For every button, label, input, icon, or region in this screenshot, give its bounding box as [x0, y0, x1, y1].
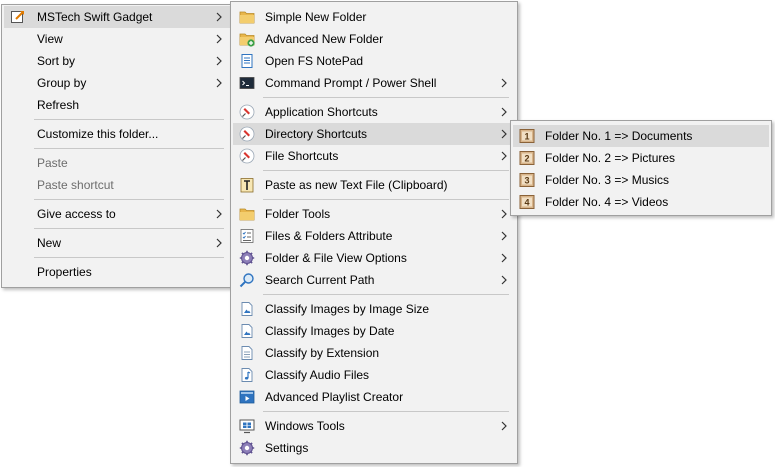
menu-item-folder-tools[interactable]: Folder Tools	[233, 203, 515, 225]
menu-item-open-fs-notepad[interactable]: Open FS NotePad	[233, 50, 515, 72]
menu-item-classify-images-date[interactable]: Classify Images by Date	[233, 320, 515, 342]
menu-item-search-current-path[interactable]: Search Current Path	[233, 269, 515, 291]
windows-tools-icon	[239, 418, 255, 434]
chevron-right-icon	[501, 209, 507, 219]
menu-item-group-by[interactable]: Group by	[4, 72, 230, 94]
folder-number-1-icon: 1	[519, 128, 535, 144]
folder-number-2-icon: 2	[519, 150, 535, 166]
chevron-right-icon	[501, 78, 507, 88]
menu-separator	[263, 199, 509, 200]
chevron-right-icon	[501, 275, 507, 285]
menu-item-folder-1-documents[interactable]: 1 Folder No. 1 => Documents	[513, 125, 769, 147]
menu-separator	[263, 294, 509, 295]
menu-item-application-shortcuts[interactable]: Application Shortcuts	[233, 101, 515, 123]
menu-separator	[263, 411, 509, 412]
directory-shortcuts-submenu: 1 Folder No. 1 => Documents 2 Folder No.…	[510, 120, 772, 216]
menu-item-folder-3-musics[interactable]: 3 Folder No. 3 => Musics	[513, 169, 769, 191]
menu-separator	[34, 228, 224, 229]
image-file-icon	[239, 301, 255, 317]
svg-text:3: 3	[524, 176, 529, 186]
chevron-right-icon	[216, 209, 222, 219]
chevron-right-icon	[501, 231, 507, 241]
menu-item-classify-extension[interactable]: Classify by Extension	[233, 342, 515, 364]
menu-item-give-access-to[interactable]: Give access to	[4, 203, 230, 225]
desktop-context-menu: MSTech Swift Gadget View Sort by Group b…	[1, 4, 233, 288]
menu-item-paste-as-text-file[interactable]: Paste as new Text File (Clipboard)	[233, 174, 515, 196]
gear-icon	[239, 250, 255, 266]
menu-item-command-prompt[interactable]: Command Prompt / Power Shell	[233, 72, 515, 94]
menu-item-windows-tools[interactable]: Windows Tools	[233, 415, 515, 437]
menu-item-mstech-swift-gadget[interactable]: MSTech Swift Gadget	[4, 6, 230, 28]
menu-item-refresh[interactable]: Refresh	[4, 94, 230, 116]
settings-icon	[239, 440, 255, 456]
chevron-right-icon	[501, 421, 507, 431]
search-icon	[239, 272, 255, 288]
menu-separator	[34, 199, 224, 200]
menu-item-folder-4-videos[interactable]: 4 Folder No. 4 => Videos	[513, 191, 769, 213]
chevron-right-icon	[216, 12, 222, 22]
svg-text:2: 2	[524, 154, 529, 164]
folder-number-3-icon: 3	[519, 172, 535, 188]
gadget-submenu: Simple New Folder Advanced New Folder Op…	[230, 1, 518, 464]
gadget-icon	[10, 9, 26, 25]
menu-item-settings[interactable]: Settings	[233, 437, 515, 459]
chevron-right-icon	[216, 238, 222, 248]
document-icon	[239, 345, 255, 361]
menu-item-properties[interactable]: Properties	[4, 261, 230, 283]
menu-item-files-folders-attribute[interactable]: Files & Folders Attribute	[233, 225, 515, 247]
image-file-icon	[239, 323, 255, 339]
svg-text:4: 4	[524, 198, 529, 208]
menu-item-simple-new-folder[interactable]: Simple New Folder	[233, 6, 515, 28]
menu-item-classify-images-size[interactable]: Classify Images by Image Size	[233, 298, 515, 320]
folder-icon	[239, 206, 255, 222]
audio-file-icon	[239, 367, 255, 383]
chevron-right-icon	[501, 151, 507, 161]
menu-item-paste-shortcut: Paste shortcut	[37, 178, 114, 192]
menu-item-view[interactable]: View	[4, 28, 230, 50]
menu-item-advanced-new-folder[interactable]: Advanced New Folder	[233, 28, 515, 50]
menu-item-new[interactable]: New	[4, 232, 230, 254]
menu-item-directory-shortcuts[interactable]: Directory Shortcuts	[233, 123, 515, 145]
pin-icon	[239, 104, 255, 120]
menu-item-view-options[interactable]: Folder & File View Options	[233, 247, 515, 269]
menu-separator	[263, 170, 509, 171]
menu-separator	[34, 119, 224, 120]
folder-number-4-icon: 4	[519, 194, 535, 210]
notepad-icon	[239, 53, 255, 69]
chevron-right-icon	[216, 78, 222, 88]
checklist-icon	[239, 228, 255, 244]
new-folder-icon	[239, 9, 255, 25]
chevron-right-icon	[501, 107, 507, 117]
menu-item-paste: Paste	[37, 156, 68, 170]
svg-text:1: 1	[524, 132, 529, 142]
menu-item-folder-2-pictures[interactable]: 2 Folder No. 2 => Pictures	[513, 147, 769, 169]
menu-item-classify-audio[interactable]: Classify Audio Files	[233, 364, 515, 386]
menu-item-file-shortcuts[interactable]: File Shortcuts	[233, 145, 515, 167]
paste-text-icon	[239, 177, 255, 193]
menu-item-playlist-creator[interactable]: Advanced Playlist Creator	[233, 386, 515, 408]
menu-separator	[263, 97, 509, 98]
menu-item-sort-by[interactable]: Sort by	[4, 50, 230, 72]
playlist-icon	[239, 389, 255, 405]
menu-separator	[34, 257, 224, 258]
new-folder-plus-icon	[239, 31, 255, 47]
menu-separator	[34, 148, 224, 149]
pin-icon	[239, 126, 255, 142]
menu-item-customize-folder[interactable]: Customize this folder...	[4, 123, 230, 145]
chevron-right-icon	[501, 129, 507, 139]
pin-icon	[239, 148, 255, 164]
chevron-right-icon	[216, 56, 222, 66]
chevron-right-icon	[216, 34, 222, 44]
terminal-icon	[239, 75, 255, 91]
chevron-right-icon	[501, 253, 507, 263]
